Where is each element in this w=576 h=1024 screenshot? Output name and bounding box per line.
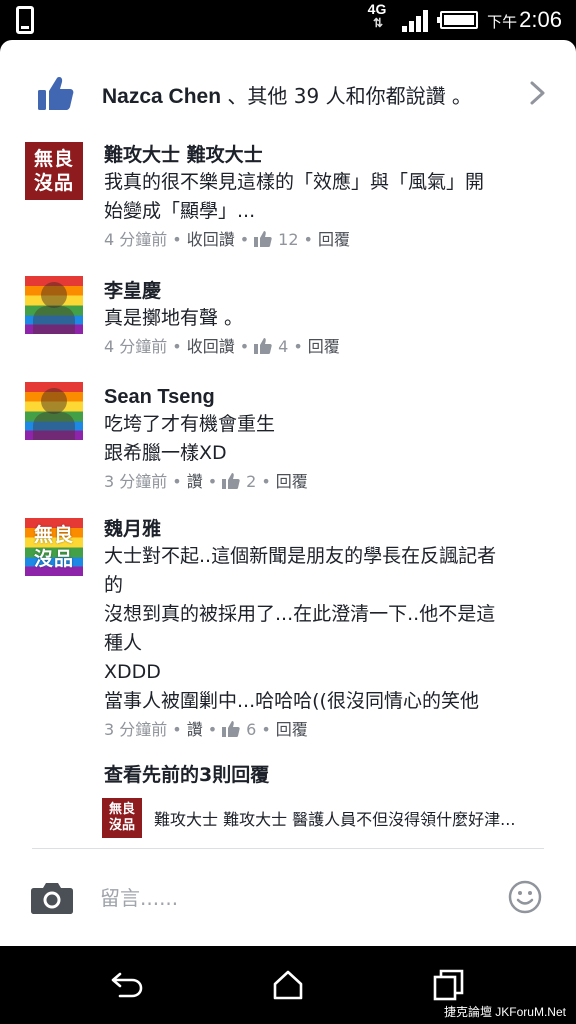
smiley-icon[interactable]: [508, 880, 542, 914]
view-previous-replies-link[interactable]: 查看先前的3則回覆: [104, 760, 269, 787]
comment-text-line: 大士對不起..這個新聞是朋友的學長在反諷記者: [104, 545, 497, 567]
comment-input[interactable]: [100, 878, 480, 918]
likes-summary-text: Nazca Chen 、其他 39 人和你都說讚 。: [102, 80, 472, 109]
camera-icon[interactable]: [30, 880, 74, 914]
comment-time: 4 分鐘前: [104, 337, 168, 356]
comment-time: 3 分鐘前: [104, 720, 168, 739]
comments-sheet: Nazca Chen 、其他 39 人和你都說讚 。 無良 沒品 難攻大士 難攻…: [0, 40, 576, 946]
comment-author[interactable]: 魏月雅: [104, 516, 552, 542]
reply-link[interactable]: 回覆: [276, 472, 308, 491]
avatar[interactable]: 無良 沒品: [25, 142, 83, 200]
comment-body: 難攻大士 難攻大士 我真的很不樂見這樣的「效應」與「風氣」開 始變成「顯學」..…: [104, 142, 552, 252]
back-icon[interactable]: [110, 968, 144, 1002]
comment-text-line: 當事人被圍剿中...哈哈哈((很沒同情心的笑他: [104, 690, 479, 712]
comment-like-count[interactable]: 2: [246, 472, 256, 491]
avatar[interactable]: [25, 382, 83, 440]
chevron-right-icon[interactable]: [526, 80, 550, 106]
avatar[interactable]: 無良 沒品: [25, 518, 83, 576]
comment-text-line: 我真的很不樂見這樣的「效應」與「風氣」開: [104, 171, 485, 193]
comment-meta: 4 分鐘前 • 收回讚 • 4 • 回覆: [104, 337, 340, 356]
comment-text-line: XDDD: [104, 661, 161, 683]
comment-time: 3 分鐘前: [104, 472, 168, 491]
comment-author[interactable]: 難攻大士 難攻大士: [104, 142, 552, 168]
network-type: 4G: [367, 1, 387, 17]
comment-composer: [0, 850, 576, 946]
avatar[interactable]: 無良 沒品: [102, 798, 142, 838]
likes-summary-row[interactable]: Nazca Chen 、其他 39 人和你都說讚 。: [0, 40, 576, 144]
avatar-text-line: 沒品: [33, 172, 74, 194]
comment-like-count[interactable]: 12: [278, 230, 298, 249]
like-thumb-icon: [254, 338, 272, 354]
reply-link[interactable]: 回覆: [318, 230, 350, 249]
likes-rest: 、其他 39 人和你都說讚 。: [221, 84, 472, 108]
avatar-text-line: 無良: [33, 148, 74, 170]
comment-like-count[interactable]: 6: [246, 720, 256, 739]
battery-icon: [437, 11, 478, 29]
phone-icon: [16, 6, 34, 34]
like-thumb-icon: [254, 231, 272, 247]
avatar-text-line: 沒品: [108, 818, 135, 833]
comment-author[interactable]: 李皇慶: [104, 278, 552, 304]
comment-like-count[interactable]: 4: [278, 337, 288, 356]
comment-meta: 3 分鐘前 • 讚 • 2 • 回覆: [104, 472, 308, 491]
comment-time: 4 分鐘前: [104, 230, 168, 249]
data-arrows-icon: ⇅: [372, 16, 383, 30]
unlike-link[interactable]: 收回讚: [187, 337, 235, 356]
comment-meta: 4 分鐘前 • 收回讚 • 12 • 回覆: [104, 230, 350, 249]
avatar-text-line: 無良: [108, 802, 135, 817]
reply-preview-text: 難攻大士 難攻大士 醫護人員不但沒得領什麼好津...: [154, 810, 516, 829]
avatar[interactable]: [25, 276, 83, 334]
comment-body: 李皇慶 真是擲地有聲 。 4 分鐘前 • 收回讚 • 4 • 回覆: [104, 278, 552, 359]
comment-text-line: 沒想到真的被採用了...在此澄清一下..他不是這: [104, 603, 496, 625]
comment-text-line: 的: [104, 574, 124, 596]
comment-body: 魏月雅 大士對不起..這個新聞是朋友的學長在反諷記者 的 沒想到真的被採用了..…: [104, 516, 552, 742]
recents-icon[interactable]: [432, 968, 466, 1002]
comment-text-line: 始變成「顯學」...: [104, 200, 256, 222]
clock: 下午2:06: [487, 6, 562, 37]
like-link[interactable]: 讚: [187, 472, 203, 491]
clock-time: 2:06: [519, 7, 562, 32]
divider: [32, 848, 544, 849]
network-indicator: 4G ⇅: [364, 2, 390, 38]
like-thumb-icon: [222, 473, 240, 489]
watermark: 捷克論壇 JKForuM.Net: [443, 1005, 566, 1019]
reply-link[interactable]: 回覆: [276, 720, 308, 739]
comment-author[interactable]: Sean Tseng: [104, 384, 552, 410]
comment-text-line: 跟希臘一樣XD: [104, 442, 227, 464]
status-bar: 4G ⇅ 下午2:06: [0, 0, 576, 40]
avatar-text-line: 沒品: [33, 548, 74, 570]
unlike-link[interactable]: 收回讚: [187, 230, 235, 249]
like-link[interactable]: 讚: [187, 720, 203, 739]
home-icon[interactable]: [271, 968, 305, 1002]
system-nav-bar: 捷克論壇 JKForuM.Net: [0, 946, 576, 1024]
comment-text-line: 真是擲地有聲 。: [104, 307, 244, 329]
comment-text-line: 吃垮了才有機會重生: [104, 413, 276, 435]
avatar-text-line: 無良: [33, 524, 74, 546]
liker-name[interactable]: Nazca Chen: [102, 85, 221, 108]
comment-body: Sean Tseng 吃垮了才有機會重生 跟希臘一樣XD 3 分鐘前 • 讚 • 2 • 回…: [104, 384, 552, 494]
signal-icon: [402, 10, 430, 32]
like-thumb-icon: [222, 721, 240, 737]
comment-text-line: 種人: [104, 632, 143, 654]
like-thumb-icon: [38, 77, 74, 110]
clock-ampm: 下午: [487, 14, 518, 31]
reply-preview[interactable]: 無良 沒品 難攻大士 難攻大士 醫護人員不但沒得領什麼好津...: [102, 798, 562, 838]
reply-link[interactable]: 回覆: [308, 337, 340, 356]
comment-meta: 3 分鐘前 • 讚 • 6 • 回覆: [104, 720, 308, 739]
